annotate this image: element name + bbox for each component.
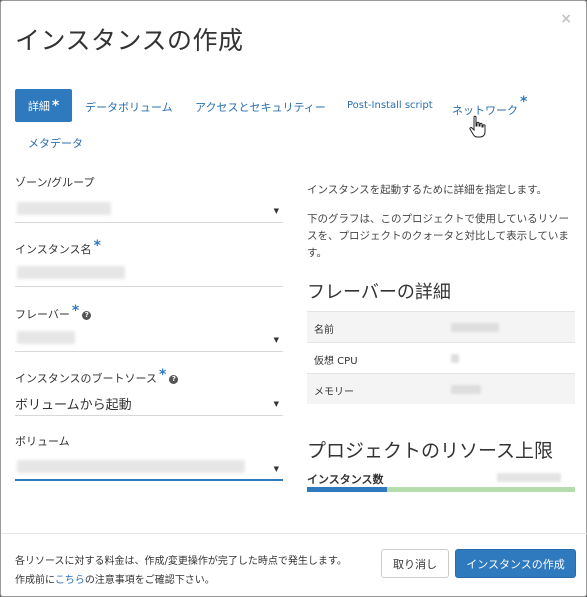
tab-data-volume[interactable]: データボリューム	[85, 99, 173, 115]
help-icon[interactable]: ?	[169, 375, 179, 384]
close-icon[interactable]: ×	[560, 11, 572, 27]
instances-quota-label: インスタンス数	[307, 473, 384, 486]
confirm-note-suffix: の注意事項をご確認下さい。	[84, 575, 215, 586]
volume-label: ボリューム	[15, 435, 70, 448]
flavor-key: 名前	[314, 325, 334, 336]
flavor-label-text: フレーバー	[15, 308, 70, 321]
required-asterisk: *	[520, 94, 528, 110]
tab-details[interactable]: 詳細 *	[15, 89, 72, 122]
instance-name-label-text: インスタンス名	[15, 243, 92, 256]
tab-post-install-script[interactable]: Post-Install script	[347, 100, 433, 111]
caret-down-icon: ▼	[273, 207, 279, 215]
flavor-select[interactable]: ▼	[15, 326, 283, 352]
zone-label: ゾーン/グループ	[15, 176, 95, 189]
billing-note: 各リソースに対する料金は、作成/変更操作が完了した時点で発生します。	[15, 556, 347, 567]
tab-label: Post-Install script	[347, 100, 433, 111]
description-text: インスタンスを起動するために詳細を指定します。	[307, 184, 548, 196]
required-asterisk: *	[159, 367, 167, 383]
boot-source-value: ボリュームから起動	[15, 398, 132, 413]
caret-down-icon: ▼	[273, 465, 279, 473]
project-limits-heading: プロジェクトのリソース上限	[307, 440, 554, 462]
required-asterisk: *	[71, 303, 80, 319]
caret-down-icon: ▼	[273, 400, 279, 408]
tab-label: 詳細	[27, 99, 50, 113]
redacted-value	[17, 460, 245, 473]
redacted-value	[451, 385, 481, 394]
redacted-value	[17, 331, 75, 344]
instance-name-input[interactable]	[15, 261, 283, 287]
instances-quota-bar	[307, 487, 575, 492]
required-asterisk: *	[93, 238, 101, 254]
wizard-tabs: 詳細 * データボリューム アクセスとセキュリティー Post-Install s…	[15, 89, 575, 159]
dialog-title: インスタンスの作成	[15, 26, 244, 55]
boot-source-select[interactable]: ボリュームから起動 ▼	[15, 390, 283, 416]
description-graph-text: 下のグラフは、このプロジェクトで使用しているリソースを、プロジェクトのクォータと…	[307, 213, 570, 259]
redacted-value	[17, 266, 125, 279]
instances-quota-bar-fill	[307, 487, 388, 492]
flavor-details-heading: フレーバーの詳細	[307, 282, 451, 303]
hand-cursor-icon	[469, 115, 486, 138]
tab-access-security[interactable]: アクセスとセキュリティー	[195, 99, 326, 115]
tab-label: アクセスとセキュリティー	[195, 101, 326, 114]
confirm-note: 作成前にこちらの注意事項をご確認下さい。	[15, 571, 215, 586]
flavor-row-vcpu: 仮想 CPU	[307, 342, 575, 373]
footer-divider	[1, 533, 587, 534]
flavor-key: 仮想 CPU	[314, 356, 358, 367]
boot-source-label-text: インスタンスのブートソース	[15, 372, 158, 385]
launch-instance-dialog: インスタンスの作成 × 詳細 * データボリューム アクセスとセキュリティー Po…	[0, 0, 587, 597]
flavor-row-memory: メモリー	[307, 373, 575, 404]
zone-select[interactable]: ▼	[15, 197, 283, 223]
redacted-value	[451, 323, 499, 332]
tab-metadata[interactable]: メタデータ	[28, 135, 83, 151]
notes-link[interactable]: こちら	[55, 575, 85, 586]
volume-select[interactable]: ▼	[15, 455, 283, 481]
redacted-value	[497, 473, 561, 482]
redacted-value	[451, 354, 459, 363]
required-asterisk: *	[51, 97, 60, 114]
launch-instance-button[interactable]: インスタンスの作成	[455, 549, 576, 578]
help-icon[interactable]: ?	[82, 311, 92, 320]
cancel-button[interactable]: 取り消し	[381, 549, 449, 578]
boot-source-label: インスタンスのブートソース *?	[15, 367, 179, 386]
flavor-row-name: 名前	[307, 311, 575, 342]
tab-label: メタデータ	[28, 137, 83, 150]
flavor-label: フレーバー *?	[15, 303, 92, 322]
instance-name-label: インスタンス名 *	[15, 238, 101, 257]
redacted-value	[17, 202, 111, 215]
flavor-details-table: 名前 仮想 CPU メモリー	[307, 311, 575, 404]
flavor-key: メモリー	[314, 387, 354, 398]
confirm-note-prefix: 作成前に	[15, 575, 55, 586]
tab-network[interactable]: ネットワーク*	[452, 94, 528, 117]
tab-label: データボリューム	[85, 101, 173, 114]
caret-down-icon: ▼	[273, 336, 279, 344]
